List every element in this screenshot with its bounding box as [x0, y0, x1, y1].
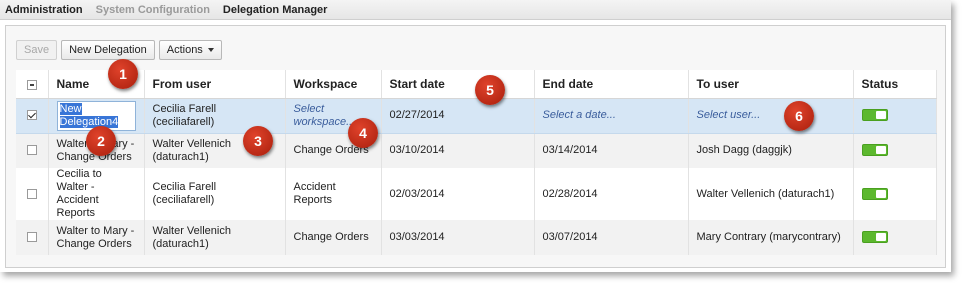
- table-row[interactable]: Walter to Mary - Change Orders Walter Ve…: [16, 220, 937, 255]
- status-toggle[interactable]: [861, 109, 888, 122]
- new-delegation-button[interactable]: New Delegation: [61, 40, 155, 60]
- column-header-to-user[interactable]: To user: [688, 70, 854, 99]
- to-user-cell: Walter Vellenich (daturach1): [688, 168, 854, 220]
- callout-marker-5: 5: [475, 75, 505, 105]
- breadcrumb-delegation-manager: Delegation Manager: [222, 3, 328, 16]
- name-cell: Cecilia to Walter - Accident Reports: [48, 168, 145, 220]
- row-checkbox[interactable]: [26, 145, 37, 156]
- name-input-value: New Delegation4: [59, 102, 119, 128]
- row-checkbox[interactable]: [26, 110, 37, 121]
- workspace-cell: Accident Reports: [285, 168, 382, 220]
- column-header-from-user[interactable]: From user: [144, 70, 286, 99]
- status-toggle[interactable]: [861, 231, 888, 244]
- actions-button[interactable]: Actions: [158, 40, 222, 60]
- select-user-link[interactable]: Select user...: [697, 109, 761, 121]
- end-date-cell: 03/14/2014: [534, 133, 689, 168]
- save-button[interactable]: Save: [16, 40, 58, 60]
- status-cell: [853, 168, 937, 220]
- to-user-cell: Mary Contrary (marycontrary): [688, 220, 854, 255]
- end-date-cell: 03/07/2014: [534, 220, 689, 255]
- start-date-cell[interactable]: 02/27/2014: [381, 98, 535, 134]
- callout-marker-2: 2: [86, 126, 116, 156]
- chevron-down-icon: [207, 48, 214, 52]
- end-date-cell: Select a date...: [534, 98, 689, 134]
- from-user-cell: Cecilia Farell (ceciliafarell): [144, 168, 286, 220]
- status-toggle[interactable]: [861, 187, 888, 200]
- breadcrumb-system-configuration[interactable]: System Configuration: [96, 4, 210, 16]
- name-cell: Walter to Mary - Change Orders: [48, 220, 145, 255]
- row-checkbox[interactable]: [26, 232, 37, 243]
- breadcrumb: Administration System Configuration Dele…: [0, 0, 951, 20]
- row-checkbox-cell: [16, 98, 49, 134]
- callout-marker-4: 4: [348, 118, 378, 148]
- select-workspace-link[interactable]: Select workspace...: [294, 103, 356, 128]
- status-cell: [853, 98, 937, 134]
- status-cell: [853, 133, 937, 168]
- status-cell: [853, 220, 937, 255]
- delegation-panel: Save New Delegation Actions Name From us…: [5, 25, 946, 268]
- select-all-header: [16, 70, 49, 99]
- start-date-cell: 03/10/2014: [381, 133, 535, 168]
- status-toggle[interactable]: [861, 144, 888, 157]
- column-header-status[interactable]: Status: [853, 70, 937, 99]
- row-checkbox-cell: [16, 220, 49, 255]
- row-checkbox-cell: [16, 133, 49, 168]
- callout-marker-6: 6: [784, 101, 814, 131]
- select-date-link[interactable]: Select a date...: [543, 109, 616, 121]
- callout-marker-1: 1: [108, 59, 138, 89]
- workspace-cell: Change Orders: [285, 220, 382, 255]
- select-all-checkbox[interactable]: [26, 79, 37, 90]
- actions-label: Actions: [166, 44, 203, 56]
- row-checkbox[interactable]: [26, 188, 37, 199]
- from-user-cell: Walter Vellenich (daturach1): [144, 220, 286, 255]
- to-user-cell: Select user...: [688, 98, 854, 134]
- to-user-cell: Josh Dagg (daggjk): [688, 133, 854, 168]
- end-date-cell: 02/28/2014: [534, 168, 689, 220]
- row-checkbox-cell: [16, 168, 49, 220]
- table-row[interactable]: Walter to Mary - Change Orders Walter Ve…: [16, 133, 937, 168]
- column-header-end-date[interactable]: End date: [534, 70, 689, 99]
- callout-marker-3: 3: [243, 126, 273, 156]
- column-header-start-date[interactable]: Start date: [381, 70, 535, 99]
- toolbar: Save New Delegation Actions: [16, 40, 222, 60]
- start-date-cell: 03/03/2014: [381, 220, 535, 255]
- column-header-workspace[interactable]: Workspace: [285, 70, 382, 99]
- breadcrumb-administration[interactable]: Administration: [5, 4, 83, 16]
- table-row[interactable]: Cecilia to Walter - Accident Reports Cec…: [16, 168, 937, 220]
- app-window: Administration System Configuration Dele…: [0, 0, 951, 272]
- start-date-cell: 02/03/2014: [381, 168, 535, 220]
